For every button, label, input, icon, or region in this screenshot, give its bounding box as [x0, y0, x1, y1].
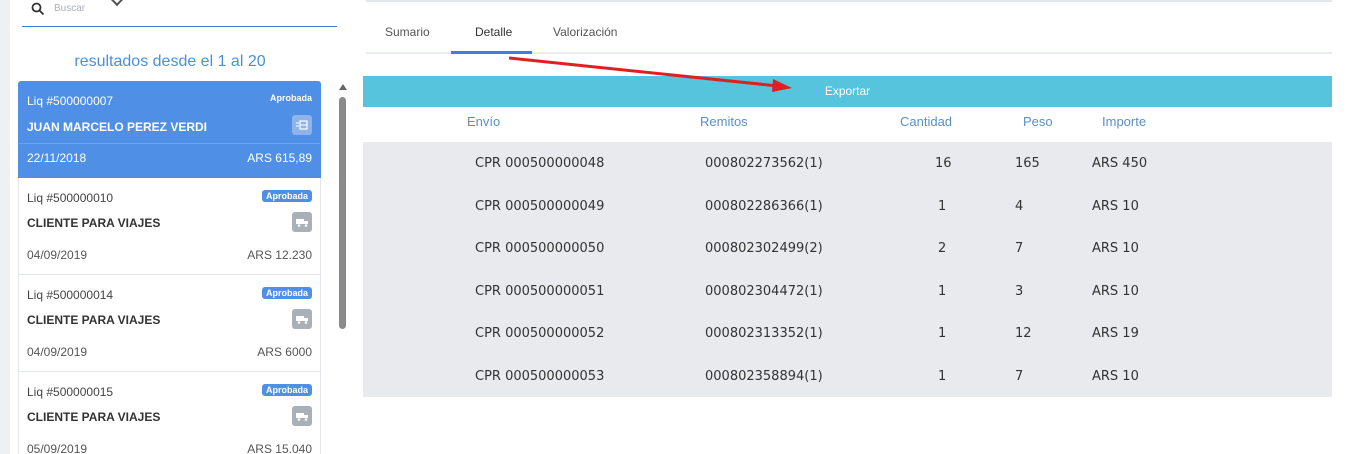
- status-badge: Aprobada: [261, 190, 312, 202]
- liq-date: 04/09/2019: [27, 248, 88, 262]
- liq-amount: ARS 615,89: [247, 151, 312, 165]
- cell-remitos: 000802358894(1): [705, 368, 823, 384]
- tab-valorizacion[interactable]: Valorización: [553, 25, 617, 39]
- cell-remitos: 000802304472(1): [705, 283, 823, 299]
- cell-peso: 4: [1015, 198, 1024, 214]
- tab-sumario[interactable]: Sumario: [385, 25, 430, 39]
- item-divider: [19, 143, 320, 144]
- cell-envio: CPR 000500000049: [475, 198, 605, 214]
- search-input[interactable]: [54, 3, 314, 14]
- cell-importe: ARS 450: [1092, 156, 1148, 171]
- status-badge: Aprobada: [269, 93, 312, 103]
- cell-cantidad: 16: [935, 156, 952, 171]
- table-row[interactable]: CPR 000500000051 000802304472(1) 1 3 ARS…: [363, 270, 1332, 313]
- active-tab-indicator: [451, 51, 532, 54]
- cell-importe: ARS 10: [1092, 283, 1139, 299]
- results-range-label: resultados desde el 1 al 20: [74, 53, 266, 70]
- cell-cantidad: 1: [938, 283, 947, 299]
- cell-envio: CPR 000500000051: [475, 283, 605, 299]
- liq-date: 22/11/2018: [27, 151, 87, 165]
- cell-envio: CPR 000500000053: [475, 368, 605, 384]
- table-header: Envío Remitos Cantidad Peso Importe: [363, 107, 1332, 142]
- cell-importe: ARS 10: [1092, 198, 1139, 214]
- search-icon: [31, 2, 45, 16]
- cell-cantidad: 1: [938, 326, 947, 341]
- liq-number: Liq #500000010: [27, 191, 114, 205]
- table-row[interactable]: CPR 000500000052 000802313352(1) 1 12 AR…: [363, 312, 1332, 355]
- cell-remitos: 000802313352(1): [705, 326, 823, 341]
- scrollbar-thumb[interactable]: [339, 97, 346, 329]
- liq-number: Liq #500000014: [27, 288, 114, 302]
- liq-number: Liq #500000015: [27, 385, 114, 399]
- table-row[interactable]: CPR 000500000049 000802286366(1) 1 4 ARS…: [363, 185, 1332, 228]
- export-button[interactable]: Exportar: [363, 76, 1332, 107]
- column-header-cantidad[interactable]: Cantidad: [900, 114, 952, 129]
- table-row[interactable]: CPR 000500000048 000802273562(1) 16 165 …: [363, 142, 1332, 185]
- table-row[interactable]: CPR 000500000053 000802358894(1) 1 7 ARS…: [363, 355, 1332, 398]
- truck-icon: [292, 309, 312, 329]
- liq-amount: ARS 12.230: [247, 248, 312, 262]
- liq-date: 05/09/2019: [27, 442, 88, 454]
- tab-detalle[interactable]: Detalle: [475, 25, 512, 39]
- list-item[interactable]: Liq #500000014 Aprobada CLIENTE PARA VIA…: [18, 275, 321, 372]
- scroll-up-arrow-icon[interactable]: [339, 84, 347, 90]
- client-name: JUAN MARCELO PEREZ VERDI: [27, 120, 208, 134]
- cell-cantidad: 1: [938, 368, 947, 384]
- table-row[interactable]: CPR 000500000050 000802302499(2) 2 7 ARS…: [363, 227, 1332, 270]
- truck-icon: [292, 212, 312, 232]
- client-name: CLIENTE PARA VIAJES: [27, 410, 161, 424]
- package-icon: [292, 115, 312, 135]
- top-divider: [366, 0, 1332, 2]
- truck-icon: [292, 406, 312, 426]
- cell-remitos: 000802302499(2): [705, 241, 823, 256]
- status-badge: Aprobada: [261, 384, 312, 396]
- cell-envio: CPR 000500000050: [475, 241, 605, 256]
- column-header-peso[interactable]: Peso: [1023, 114, 1053, 129]
- left-edge-strip: [0, 0, 10, 454]
- liq-number: Liq #500000007: [27, 94, 114, 108]
- column-header-envio[interactable]: Envío: [467, 114, 500, 129]
- list-item[interactable]: Liq #500000010 Aprobada CLIENTE PARA VIA…: [18, 178, 321, 275]
- cell-envio: CPR 000500000048: [475, 156, 605, 171]
- cell-remitos: 000802286366(1): [705, 198, 823, 214]
- cell-importe: ARS 10: [1092, 241, 1139, 256]
- liquidaciones-list: Liq #500000007 Aprobada JUAN MARCELO PER…: [18, 81, 322, 454]
- liq-date: 04/09/2019: [27, 345, 88, 359]
- cell-peso: 7: [1015, 368, 1024, 384]
- status-badge: Aprobada: [261, 287, 312, 299]
- cell-cantidad: 2: [938, 241, 947, 256]
- cell-peso: 3: [1015, 283, 1024, 299]
- detail-table-body: CPR 000500000048 000802273562(1) 16 165 …: [363, 142, 1332, 397]
- cell-envio: CPR 000500000052: [475, 326, 605, 341]
- list-item[interactable]: Liq #500000007 Aprobada JUAN MARCELO PER…: [18, 81, 321, 178]
- cell-cantidad: 1: [938, 198, 947, 214]
- cell-peso: 7: [1015, 241, 1024, 256]
- cell-remitos: 000802273562(1): [705, 156, 823, 171]
- list-scrollbar[interactable]: [338, 81, 348, 454]
- detail-tabs: Sumario Detalle Valorización: [366, 18, 1332, 54]
- cell-importe: ARS 10: [1092, 368, 1139, 384]
- column-header-remitos[interactable]: Remitos: [700, 114, 748, 129]
- column-header-importe[interactable]: Importe: [1102, 114, 1146, 129]
- list-item[interactable]: Liq #500000015 Aprobada CLIENTE PARA VIA…: [18, 372, 321, 454]
- cell-peso: 165: [1015, 156, 1040, 171]
- client-name: CLIENTE PARA VIAJES: [27, 216, 161, 230]
- cell-peso: 12: [1015, 326, 1032, 341]
- client-name: CLIENTE PARA VIAJES: [27, 313, 161, 327]
- cell-importe: ARS 19: [1092, 326, 1139, 341]
- liq-amount: ARS 6000: [257, 345, 312, 359]
- search-box[interactable]: [22, 0, 337, 27]
- liq-amount: ARS 15.040: [247, 442, 312, 454]
